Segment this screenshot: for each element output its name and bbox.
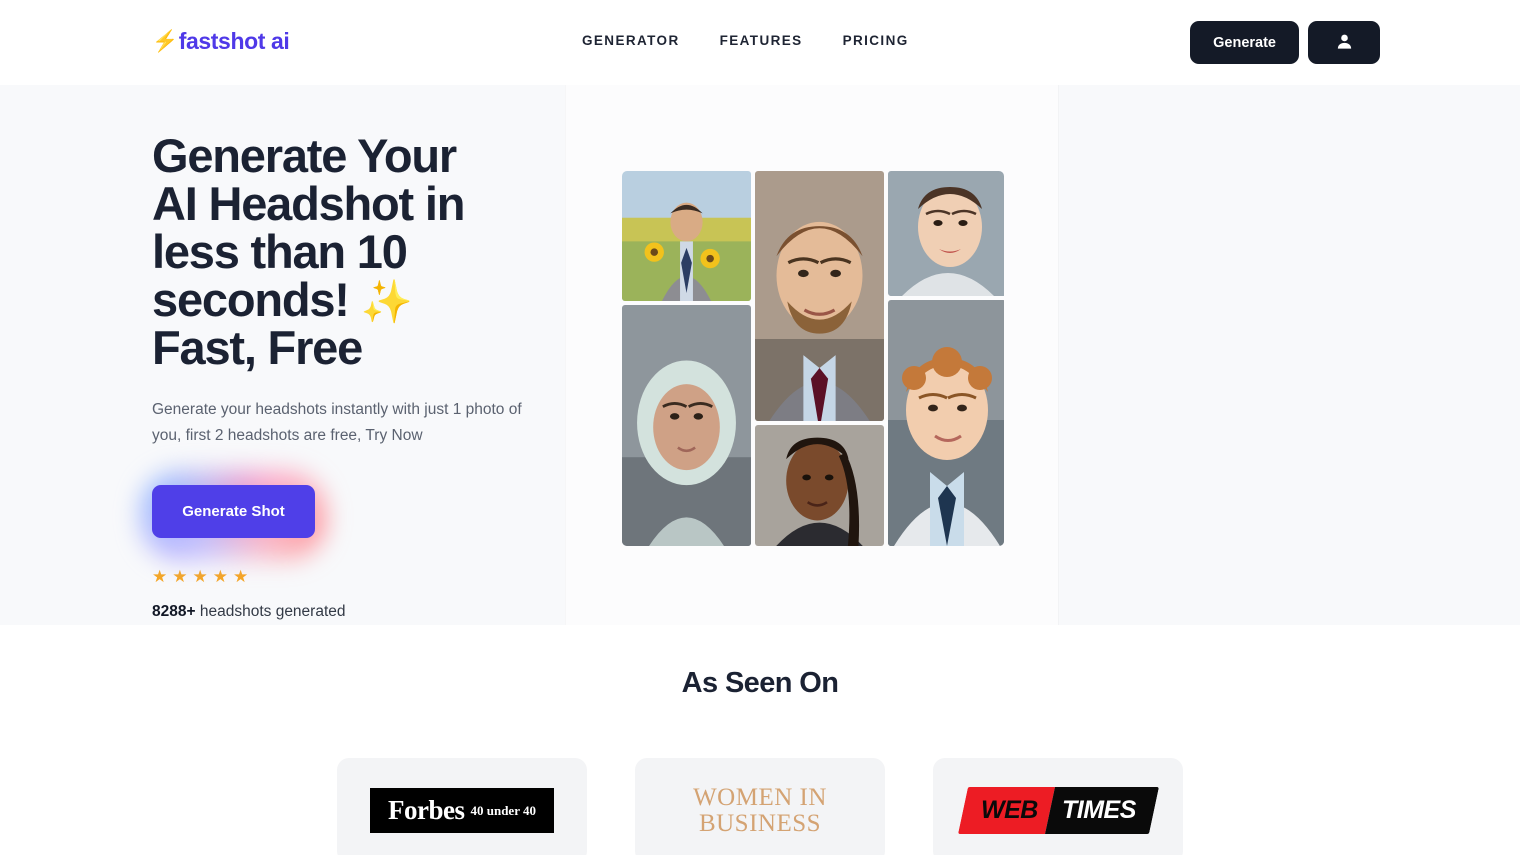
star-icon: ★ [233, 567, 249, 586]
headline-line-2: AI Headshot in [152, 176, 465, 230]
headline-line-5: Fast, Free [152, 320, 363, 374]
wib-line-1: WOMEN IN [693, 784, 827, 811]
collage-column-1 [622, 171, 751, 546]
nav-item-generator[interactable]: GENERATOR [582, 33, 680, 48]
times-wordmark: TIMES [1061, 796, 1136, 824]
header-actions: Generate [1190, 21, 1380, 64]
nav-item-features[interactable]: FEATURES [720, 33, 803, 48]
sparkles-icon: ✨ [360, 277, 413, 325]
cta-container: Generate Shot [140, 471, 326, 561]
as-seen-on-section: As Seen On Forbes 40 under 40 WOMEN IN B… [0, 625, 1520, 855]
star-icon: ★ [192, 567, 208, 586]
main-navigation: GENERATOR FEATURES PRICING [582, 33, 909, 48]
hero-section: Generate Your AI Headshot in less than 1… [0, 85, 1520, 625]
forbes-wordmark: Forbes [388, 795, 465, 825]
headshot-count: 8288+ [152, 603, 196, 620]
lightning-bolt-icon: ⚡ [152, 29, 178, 53]
generate-button[interactable]: Generate [1190, 21, 1299, 64]
brand-logo[interactable]: ⚡ fastshot ai [152, 28, 290, 55]
headshot-thumbnail [622, 305, 751, 546]
social-proof: 8288+ headshots generated [152, 603, 552, 621]
press-logo-card-web-times: WEB TIMES [933, 758, 1183, 855]
hero-subtext: Generate your headshots instantly with j… [152, 400, 522, 445]
forbes-subtitle: 40 under 40 [470, 803, 536, 818]
user-icon [1335, 32, 1354, 54]
page-root: ⚡ fastshot ai GENERATOR FEATURES PRICING… [0, 0, 1520, 855]
brand-name: fastshot ai [178, 28, 290, 54]
headline-line-3: less than 10 [152, 224, 408, 278]
headshot-thumbnail [622, 171, 751, 301]
hero-copy-column: Generate Your AI Headshot in less than 1… [0, 85, 565, 625]
star-icon: ★ [172, 567, 188, 586]
headshot-collage-card [565, 132, 1058, 625]
women-in-business-logo: WOMEN IN BUSINESS [693, 785, 827, 836]
collage-column-3 [888, 171, 1004, 546]
star-icon: ★ [212, 567, 228, 586]
headshot-thumbnail [755, 425, 884, 546]
site-header: ⚡ fastshot ai GENERATOR FEATURES PRICING… [0, 0, 1520, 85]
press-logo-row: Forbes 40 under 40 WOMEN IN BUSINESS WEB… [0, 758, 1520, 855]
account-button[interactable] [1308, 21, 1380, 64]
star-rating: ★ ★ ★ ★ ★ [152, 567, 552, 587]
wib-line-2: BUSINESS [698, 809, 822, 837]
hero-image-column [565, 85, 1058, 625]
web-times-logo: WEB TIMES [957, 787, 1159, 834]
hero-divider [565, 85, 566, 625]
collage-column-2 [755, 171, 884, 546]
headshot-collage [622, 171, 1004, 546]
star-icon: ★ [152, 567, 168, 586]
web-wordmark: WEB [980, 796, 1038, 824]
headline-line-1: Generate Your [152, 129, 457, 182]
press-logo-card-women-in-business: WOMEN IN BUSINESS [635, 758, 885, 855]
web-times-part-web: WEB [957, 787, 1055, 834]
hero-divider [1058, 85, 1059, 625]
headshot-thumbnail [888, 300, 1004, 546]
generate-shot-button[interactable]: Generate Shot [152, 485, 315, 538]
page-title: Generate Your AI Headshot in less than 1… [152, 132, 512, 372]
as-seen-on-title: As Seen On [681, 667, 839, 699]
web-times-part-times: TIMES [1044, 787, 1159, 834]
headshot-count-label: headshots generated [199, 603, 346, 620]
nav-item-pricing[interactable]: PRICING [843, 33, 909, 48]
forbes-logo: Forbes 40 under 40 [370, 788, 554, 833]
hero-steps-column: ⚡ HOW IT WORKS: [1058, 85, 1520, 625]
headshot-thumbnail [755, 171, 884, 421]
press-logo-card-forbes: Forbes 40 under 40 [337, 758, 587, 855]
headshot-thumbnail [888, 171, 1004, 296]
headline-line-4: seconds! [152, 272, 350, 326]
